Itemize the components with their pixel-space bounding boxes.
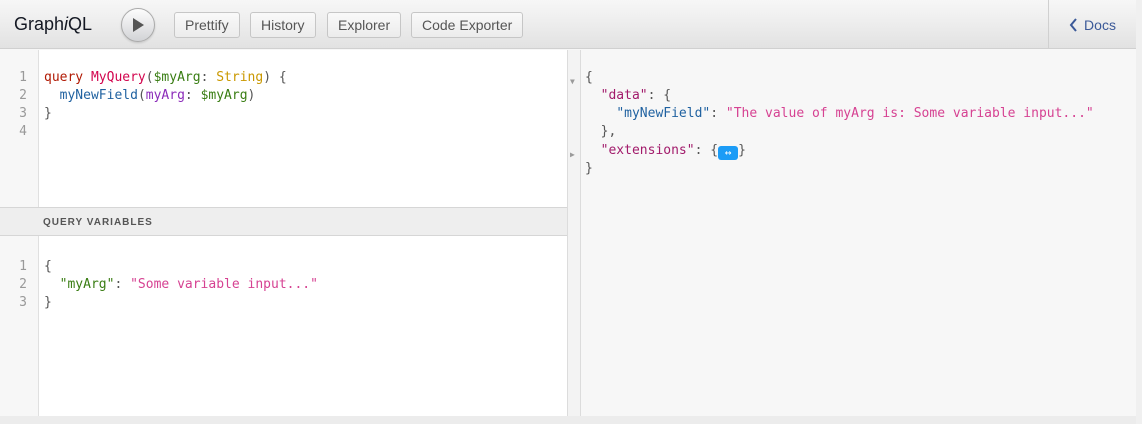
result-viewer: ▼ ▶ { "data": { "myNewField": "The value… [570,50,1136,416]
bottom-strip [0,416,1136,424]
query-gutter: 1 2 3 4 [0,50,39,207]
variables-editor[interactable]: 1 2 3 { "myArg": "Some variable input...… [0,236,567,416]
punctuation: : [184,88,193,103]
punctuation: ) [247,88,256,103]
result-line-6: } [585,161,593,176]
variable-key: "myArg" [59,277,115,292]
variables-line-1: { [44,259,52,274]
punctuation: : { [647,88,672,103]
operation-name: MyQuery [90,70,146,85]
result-line-1: { [585,70,593,85]
line-number: 3 [19,106,27,121]
prettify-button[interactable]: Prettify [174,12,240,38]
line-number: 2 [19,88,27,103]
explorer-button[interactable]: Explorer [327,12,402,38]
docs-button[interactable]: Docs [1048,0,1136,49]
variables-line-3: } [44,295,52,310]
result-line-3: "myNewField": "The value of myArg is: So… [616,106,1094,121]
pane-resize-handle[interactable] [567,50,581,416]
json-key: "myNewField" [616,106,711,121]
toolbar: GraphiQL Prettify History Explorer Code … [0,0,1136,49]
query-line-3: } [44,106,52,121]
json-key: "data" [600,88,648,103]
query-editor[interactable]: 1 2 3 4 query MyQuery($myArg: String) { … [0,50,567,207]
variable-definition: $myArg [153,70,201,85]
line-number: 3 [19,295,27,310]
chevron-left-icon [1069,17,1078,32]
punctuation: ( [137,88,146,103]
fold-open-icon[interactable]: ▼ [570,73,575,91]
punctuation: : { [694,143,719,158]
json-string-value: "The value of myArg is: Some variable in… [725,106,1094,121]
graphiql-app: GraphiQL Prettify History Explorer Code … [0,0,1136,424]
variable-value: "Some variable input..." [130,277,318,292]
variable-reference: $myArg [200,88,248,103]
argument-name: myArg [145,88,185,103]
variables-line-2: "myArg": "Some variable input..." [44,276,318,294]
query-keyword: query [44,70,84,85]
punctuation: : [114,277,123,292]
folded-ellipsis-icon[interactable]: ↔ [718,146,739,160]
result-line-2: "data": { [585,87,671,105]
code-exporter-button[interactable]: Code Exporter [411,12,524,38]
punctuation: ( [145,70,154,85]
punctuation: }, [600,124,617,139]
query-line-1: query MyQuery($myArg: String) { [44,69,287,87]
field-name: myNewField [59,88,138,103]
result-line-4: }, [585,123,617,141]
history-button[interactable]: History [250,12,316,38]
line-number: 1 [19,259,27,274]
result-line-5: "extensions": {↔} [585,142,746,160]
punctuation: } [738,143,746,158]
line-number: 1 [19,70,27,85]
query-line-2: myNewField(myArg: $myArg) [44,87,256,105]
json-key: "extensions" [600,143,695,158]
punctuation: : [200,70,209,85]
line-number: 2 [19,277,27,292]
app-title: GraphiQL [14,14,93,34]
docs-label: Docs [1084,16,1116,33]
punctuation: ) { [263,70,287,85]
fold-closed-icon[interactable]: ▶ [570,146,575,164]
line-number: 4 [19,124,27,139]
play-icon [133,18,144,32]
query-variables-header[interactable]: QUERY VARIABLES [0,207,567,236]
variables-gutter: 1 2 3 [0,236,39,416]
execute-query-button[interactable] [121,8,155,42]
type-name: String [216,70,264,85]
